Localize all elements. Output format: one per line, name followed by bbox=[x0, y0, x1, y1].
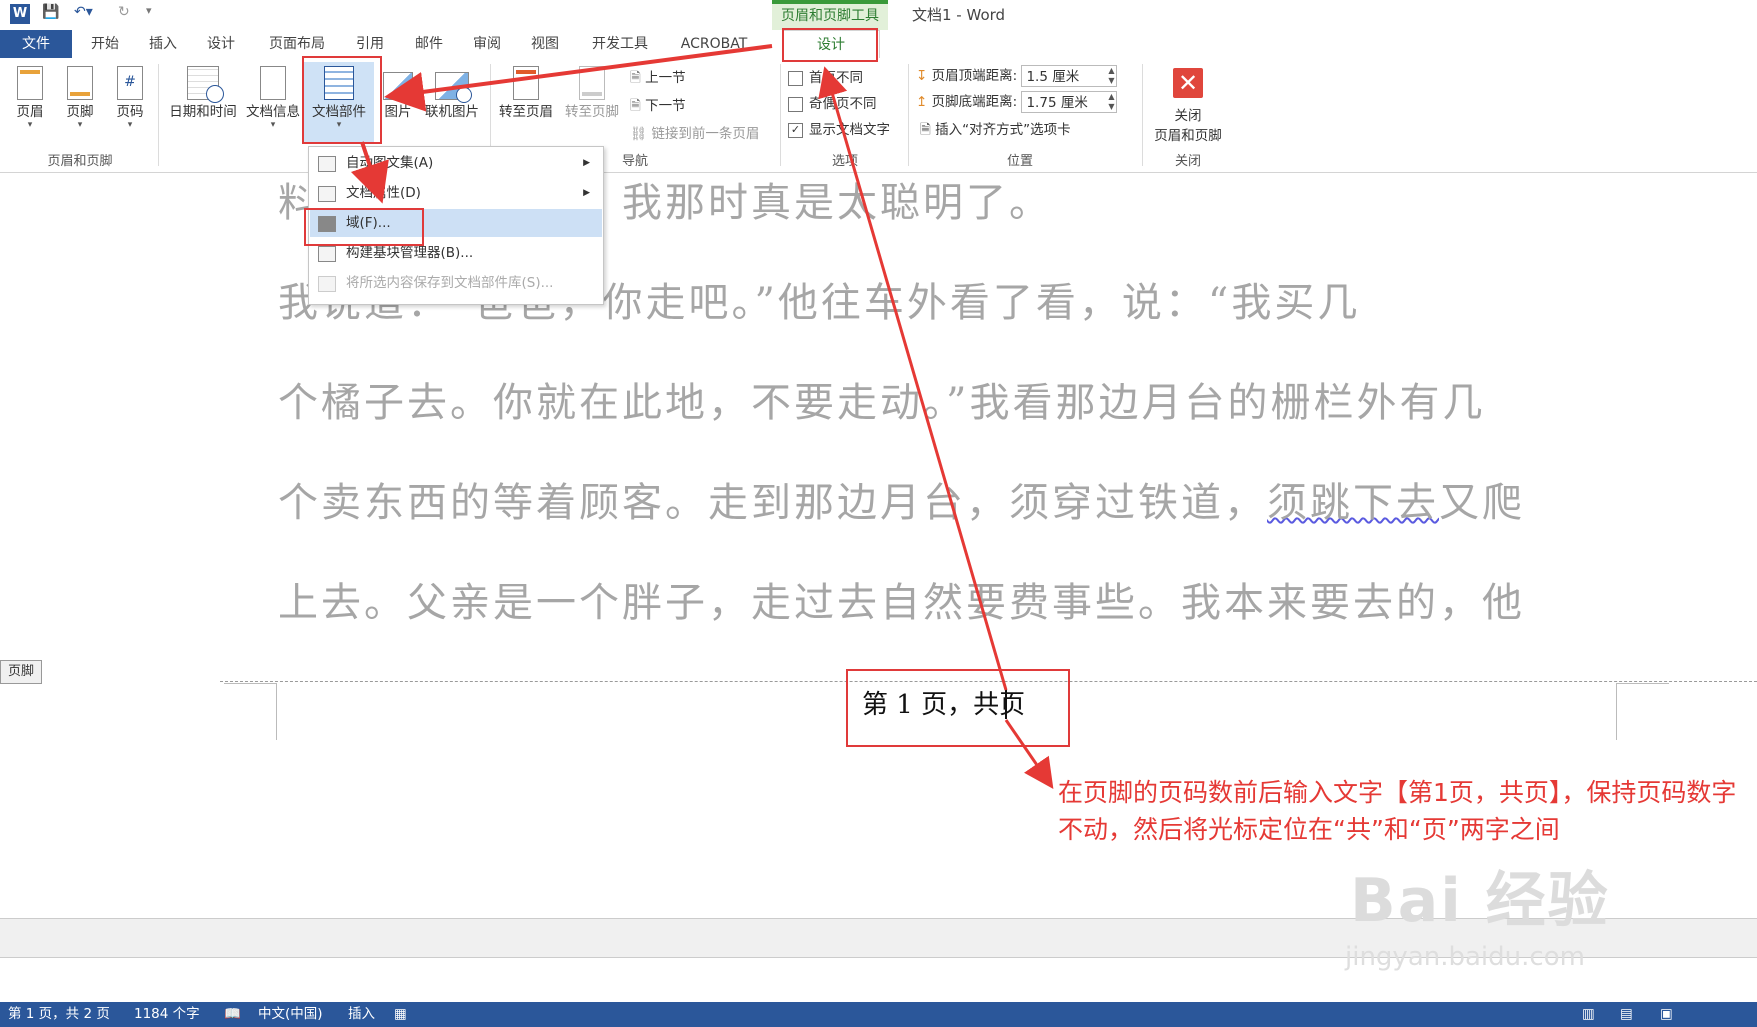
print-layout-icon[interactable]: ▤ bbox=[1620, 1002, 1633, 1027]
arrow-to-design-tab bbox=[818, 66, 1008, 691]
arrow-to-doc-parts bbox=[384, 44, 773, 112]
web-layout-icon[interactable]: ▣ bbox=[1660, 1002, 1673, 1027]
status-bar: 第 1 页，共 2 页 1184 个字 📖 中文(中国) 插入 ▦ ▥ ▤ ▣ bbox=[0, 1002, 1757, 1027]
status-mode[interactable]: 插入 bbox=[348, 1002, 375, 1027]
status-language[interactable]: 中文(中国) bbox=[258, 1002, 323, 1027]
status-page[interactable]: 第 1 页，共 2 页 bbox=[8, 1002, 110, 1027]
arrow-to-annotation bbox=[1004, 719, 1054, 789]
read-mode-icon[interactable]: ▥ bbox=[1582, 1002, 1595, 1027]
status-words[interactable]: 1184 个字 bbox=[134, 1002, 200, 1027]
proofing-icon[interactable]: 📖 bbox=[224, 1002, 241, 1027]
baidu-watermark-url: jingyan.baidu.com bbox=[1345, 942, 1585, 972]
arrow-to-field bbox=[350, 141, 389, 204]
macro-icon[interactable]: ▦ bbox=[394, 1002, 407, 1027]
baidu-watermark: Bai 经验 bbox=[1350, 866, 1610, 936]
